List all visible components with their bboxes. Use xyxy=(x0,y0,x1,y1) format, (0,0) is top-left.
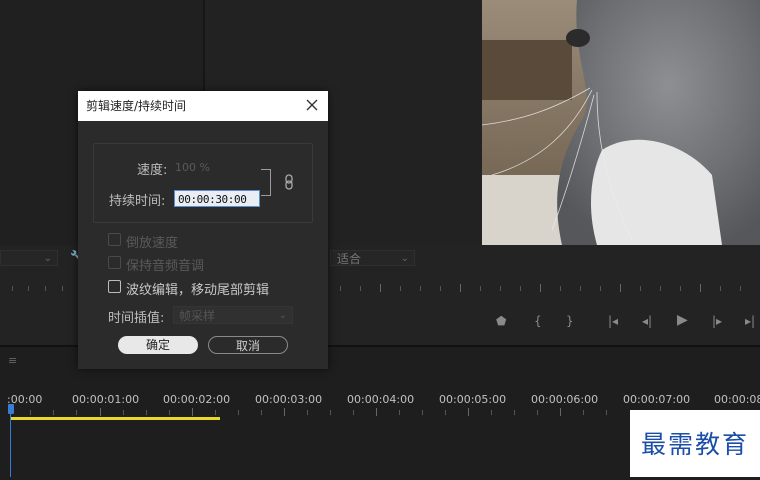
work-area-bar[interactable] xyxy=(10,417,220,420)
playhead-line xyxy=(10,412,11,477)
timecode-label: 00:00:07:00 xyxy=(623,393,691,406)
timecode-label: 00:00:03:00 xyxy=(255,393,323,406)
timecode-label: 00:00:04:00 xyxy=(347,393,415,406)
mark-out-icon[interactable]: } xyxy=(566,314,574,328)
speed-label: 速度: xyxy=(137,163,168,178)
chevron-down-icon: ⌄ xyxy=(43,253,52,264)
step-back-icon[interactable]: ◂| xyxy=(642,314,652,328)
duration-label: 持续时间: xyxy=(109,194,166,209)
timecode-label: 00:00:08: xyxy=(714,393,760,406)
interp-label: 时间插值: xyxy=(108,311,165,326)
timecode-label: 00:00:05:00 xyxy=(439,393,507,406)
reverse-speed-checkbox[interactable] xyxy=(108,233,121,246)
chevron-down-icon: ⌄ xyxy=(400,253,409,264)
reverse-speed-option[interactable]: 倒放速度 xyxy=(108,232,178,251)
interp-select[interactable]: 帧采样 ⌄ xyxy=(173,306,293,324)
chevron-down-icon: ⌄ xyxy=(278,310,287,321)
close-icon[interactable] xyxy=(306,91,320,121)
playhead-handle[interactable] xyxy=(8,404,14,414)
speed-value[interactable]: 100 % xyxy=(175,161,210,174)
link-icon[interactable] xyxy=(284,174,294,194)
clip-speed-duration-dialog: 剪辑速度/持续时间 速度: 100 % 持续时间: 00:00:30:00 倒放… xyxy=(78,91,328,369)
zoom-dropdown-left[interactable]: ⌄ xyxy=(0,250,58,266)
ripple-edit-checkbox[interactable] xyxy=(108,280,121,293)
step-forward-icon[interactable]: |▸ xyxy=(712,314,722,328)
speed-duration-group xyxy=(93,143,313,223)
reverse-speed-label: 倒放速度 xyxy=(126,236,179,251)
ripple-edit-label: 波纹编辑，移动尾部剪辑 xyxy=(126,283,270,298)
ok-button[interactable]: 确定 xyxy=(118,336,198,354)
ripple-edit-option[interactable]: 波纹编辑，移动尾部剪辑 xyxy=(108,279,269,298)
maintain-audio-label: 保持音频音调 xyxy=(126,259,205,274)
dialog-title: 剪辑速度/持续时间 xyxy=(86,99,187,113)
timecode-label: 00:00:01:00 xyxy=(72,393,140,406)
go-to-in-icon[interactable]: |◂ xyxy=(608,314,618,328)
timecode-label: 00:00:06:00 xyxy=(531,393,599,406)
go-to-out-icon[interactable]: ▸| xyxy=(745,314,755,328)
fit-dropdown[interactable]: 适合 ⌄ xyxy=(330,250,415,266)
fit-value: 适合 xyxy=(337,252,362,266)
maintain-audio-checkbox[interactable] xyxy=(108,256,121,269)
timecode-label: 00:00:02:00 xyxy=(163,393,231,406)
interp-value: 帧采样 xyxy=(179,309,216,323)
dialog-titlebar[interactable]: 剪辑速度/持续时间 xyxy=(78,91,328,121)
program-preview-image xyxy=(482,0,760,245)
watermark-logo: 最需教育 xyxy=(630,410,760,477)
play-icon[interactable]: ▶ xyxy=(677,312,688,328)
mark-in-icon[interactable]: { xyxy=(534,314,542,328)
link-bracket xyxy=(261,169,271,196)
maintain-audio-option[interactable]: 保持音频音调 xyxy=(108,255,204,274)
cancel-button[interactable]: 取消 xyxy=(208,336,288,354)
panel-menu-icon[interactable]: ≡ xyxy=(8,354,17,367)
add-marker-icon[interactable]: ⬟ xyxy=(496,314,506,328)
duration-input[interactable]: 00:00:30:00 xyxy=(174,190,260,207)
